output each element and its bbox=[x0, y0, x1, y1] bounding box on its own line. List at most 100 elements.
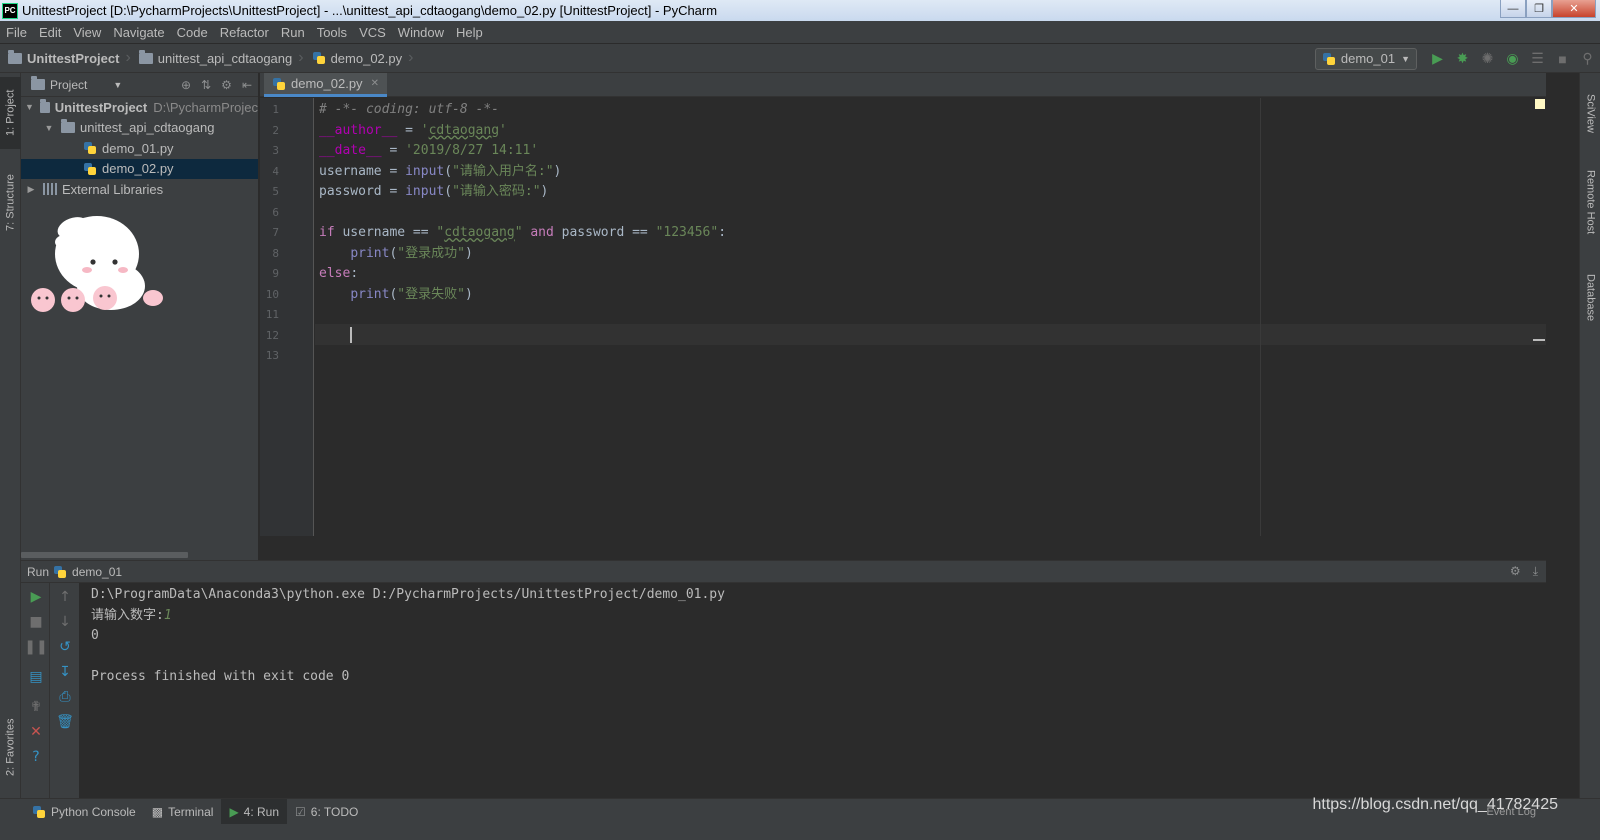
breadcrumb-package[interactable]: unittest_api_cdtaogang bbox=[131, 49, 298, 66]
run-configuration-select[interactable]: demo_01 ▼ bbox=[1314, 47, 1417, 70]
soft-wrap-icon[interactable]: ↺ bbox=[55, 637, 75, 657]
restore-button[interactable]: ❐ bbox=[1526, 0, 1552, 18]
tab-sciview[interactable]: SciView bbox=[1580, 83, 1600, 143]
code-text: : bbox=[350, 266, 359, 281]
stop-icon[interactable]: ■ bbox=[1550, 48, 1575, 70]
minimize-button[interactable]: — bbox=[1500, 0, 1526, 18]
concurrency-diagram-icon[interactable]: ☰ bbox=[1525, 48, 1550, 70]
menu-navigate[interactable]: Navigate bbox=[107, 25, 170, 40]
pycharm-logo-icon: PC bbox=[2, 2, 18, 19]
tree-item-project[interactable]: ▼ UnittestProject D:\PycharmProjec bbox=[21, 97, 258, 118]
editor-tab-demo-02[interactable]: demo_02.py ✕ bbox=[264, 73, 387, 97]
code-text: = bbox=[397, 122, 421, 138]
close-button[interactable]: ✕ bbox=[1552, 0, 1596, 18]
dump-threads-icon[interactable]: ▤ bbox=[26, 667, 46, 687]
tab-remote-host[interactable]: Remote Host bbox=[1580, 159, 1600, 245]
code-editor[interactable]: # -*- coding: utf-8 -*- __author__ = 'cd… bbox=[315, 98, 1546, 536]
breadcrumb-project[interactable]: UnittestProject bbox=[0, 49, 125, 66]
rerun-icon[interactable]: ▶ bbox=[26, 587, 46, 607]
console-line-prompt: 请输入数字:1 bbox=[91, 606, 172, 627]
run-tab[interactable]: demo_01 bbox=[53, 565, 122, 579]
trash-icon[interactable]: 🗑 bbox=[55, 712, 75, 732]
inspection-status-icon[interactable] bbox=[1535, 99, 1545, 109]
menu-run[interactable]: Run bbox=[275, 25, 311, 40]
code-line-7: if username == "cdtaogang" and password … bbox=[319, 223, 726, 244]
tab-todo[interactable]: ☑ 6: TODO bbox=[287, 799, 366, 825]
console-line-result: 0 bbox=[91, 628, 99, 643]
right-margin-guide bbox=[1260, 98, 1261, 536]
line-number: 2 bbox=[272, 123, 279, 137]
gear-icon[interactable]: ⚙ bbox=[221, 78, 232, 92]
code-string: "登录成功" bbox=[397, 245, 465, 261]
profile-icon[interactable]: ◉ bbox=[1500, 48, 1525, 70]
menu-refactor[interactable]: Refactor bbox=[214, 25, 275, 40]
code-keyword: if bbox=[319, 225, 335, 240]
search-icon[interactable]: ⚲ bbox=[1575, 48, 1600, 70]
menu-window[interactable]: Window bbox=[392, 25, 450, 40]
expand-arrow-icon[interactable]: ▼ bbox=[43, 123, 55, 133]
line-number: 9 bbox=[272, 267, 279, 280]
debug-icon[interactable]: ✸ bbox=[1450, 48, 1475, 70]
tab-structure[interactable]: 7: Structure bbox=[0, 163, 21, 243]
code-builtin: input bbox=[405, 163, 445, 179]
code-text: username = bbox=[319, 163, 406, 179]
project-panel-header: Project ▼ ⊕ ⇅ ⚙ ⇤ bbox=[21, 73, 258, 97]
line-number: 7 bbox=[272, 226, 279, 239]
line-number: 13 bbox=[265, 349, 279, 362]
project-panel-title[interactable]: Project bbox=[50, 78, 87, 92]
todo-icon: ☑ bbox=[295, 804, 306, 819]
editor-tab-label: demo_02.py bbox=[291, 76, 363, 91]
tree-item-external-libraries[interactable]: ▶ External Libraries bbox=[21, 179, 258, 200]
collapse-all-icon[interactable]: ⇅ bbox=[201, 78, 211, 92]
menu-edit[interactable]: Edit bbox=[33, 25, 67, 40]
run-icon[interactable]: ▶ bbox=[1425, 48, 1450, 70]
menu-view[interactable]: View bbox=[67, 25, 107, 40]
code-text: = bbox=[381, 143, 406, 158]
hide-panel-icon[interactable]: ⤓ bbox=[1533, 564, 1538, 579]
pin-tab-icon[interactable]: ✟ bbox=[26, 697, 46, 717]
tree-item-demo-02[interactable]: demo_02.py bbox=[21, 158, 258, 179]
help-icon[interactable]: ? bbox=[26, 747, 46, 767]
run-console-output[interactable]: D:\ProgramData\Anaconda3\python.exe D:/P… bbox=[79, 583, 1546, 798]
stop-icon[interactable]: ■ bbox=[26, 612, 46, 632]
run-icon: ▶ bbox=[229, 804, 239, 819]
code-string: " bbox=[514, 225, 523, 240]
close-icon[interactable]: ✕ bbox=[26, 722, 46, 742]
tab-project[interactable]: 1: Project bbox=[0, 77, 21, 149]
close-icon[interactable]: ✕ bbox=[371, 78, 379, 89]
gear-icon[interactable]: ⚙ bbox=[1510, 564, 1521, 579]
run-panel-title: Run bbox=[27, 564, 50, 579]
tree-item-demo-01[interactable]: demo_01.py bbox=[21, 138, 258, 159]
hide-icon[interactable]: ⇤ bbox=[242, 78, 252, 92]
menu-tools[interactable]: Tools bbox=[311, 25, 353, 40]
breadcrumb-file[interactable]: demo_02.py bbox=[304, 51, 409, 66]
python-console-icon bbox=[32, 805, 46, 819]
scroll-to-end-icon[interactable]: ↧ bbox=[55, 662, 75, 682]
locate-icon[interactable]: ⊕ bbox=[181, 78, 191, 92]
code-line-1: # -*- coding: utf-8 -*- bbox=[319, 100, 499, 121]
tab-terminal[interactable]: ▩ Terminal bbox=[144, 799, 222, 825]
tab-database[interactable]: Database bbox=[1580, 263, 1600, 333]
tree-item-package[interactable]: ▼ unittest_api_cdtaogang bbox=[21, 118, 258, 139]
horizontal-scrollbar[interactable] bbox=[21, 552, 188, 558]
chevron-down-icon[interactable]: ▼ bbox=[113, 80, 122, 90]
code-text: password = bbox=[319, 184, 406, 199]
menu-help[interactable]: Help bbox=[450, 25, 489, 40]
expand-arrow-icon[interactable]: ▶ bbox=[25, 184, 37, 195]
expand-arrow-icon[interactable]: ▼ bbox=[25, 102, 34, 112]
menu-code[interactable]: Code bbox=[171, 25, 214, 40]
code-line-4: username = input("请输入用户名:") bbox=[319, 162, 561, 183]
tab-run[interactable]: ▶ 4: Run bbox=[221, 798, 288, 825]
pause-icon[interactable]: ❚❚ bbox=[24, 637, 47, 657]
navigation-bar: UnittestProject › unittest_api_cdtaogang… bbox=[0, 44, 1600, 73]
tab-favorites[interactable]: 2: Favorites bbox=[0, 707, 21, 787]
arrow-down-icon[interactable]: ↓ bbox=[55, 612, 75, 632]
arrow-up-icon[interactable]: ↑ bbox=[55, 587, 75, 607]
tab-python-console[interactable]: Python Console bbox=[24, 799, 144, 825]
menu-vcs[interactable]: VCS bbox=[353, 25, 392, 40]
run-with-coverage-icon[interactable]: ✺ bbox=[1475, 48, 1500, 70]
window-title: UnittestProject [D:\PycharmProjects\Unit… bbox=[22, 3, 718, 18]
menu-file[interactable]: File bbox=[0, 25, 33, 40]
print-icon[interactable]: ⎙ bbox=[55, 687, 75, 707]
